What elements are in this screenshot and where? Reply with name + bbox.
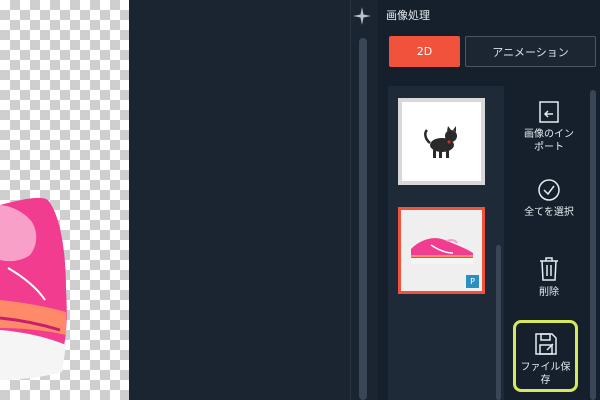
panel-divider bbox=[350, 0, 351, 400]
panel-title: 画像処理 bbox=[386, 9, 430, 22]
select-all-label: 全てを選択 bbox=[524, 207, 574, 218]
import-label-line1: 画像のイン bbox=[524, 129, 574, 140]
pink-shoe-preview bbox=[0, 197, 67, 380]
delete-button[interactable]: 削除 bbox=[514, 256, 584, 299]
delete-label: 削除 bbox=[539, 287, 559, 298]
thumbnail-shoe[interactable]: P bbox=[398, 207, 485, 294]
import-image-button[interactable]: 画像のイン ポート bbox=[514, 100, 584, 154]
sparkle-icon bbox=[353, 7, 371, 25]
tab-animation[interactable]: アニメーション bbox=[465, 36, 596, 67]
right-scrollbar-thumb[interactable] bbox=[590, 90, 596, 400]
save-icon bbox=[534, 333, 557, 355]
tool-column: 画像のイン ポート 全てを選択 削除 ファイル保存 bbox=[508, 86, 588, 400]
tab-2d[interactable]: 2D bbox=[389, 36, 460, 67]
canvas-background bbox=[129, 0, 350, 400]
shoe-image bbox=[410, 237, 473, 264]
trash-icon bbox=[540, 257, 558, 281]
file-type-badge: P bbox=[466, 275, 479, 288]
thumbnail-scrollbar-thumb[interactable] bbox=[496, 245, 501, 400]
left-scrollbar-thumb[interactable] bbox=[359, 38, 367, 400]
canvas-transparent-area bbox=[0, 0, 129, 400]
cat-image bbox=[423, 125, 457, 158]
select-all-button[interactable]: 全てを選択 bbox=[514, 178, 584, 219]
save-label: ファイル保存 bbox=[520, 362, 571, 386]
save-file-button[interactable]: ファイル保存 bbox=[513, 320, 578, 392]
import-label-line2: ポート bbox=[534, 142, 564, 153]
import-icon bbox=[539, 101, 559, 123]
thumbnail-cat[interactable] bbox=[398, 98, 485, 185]
check-circle-icon bbox=[538, 179, 560, 201]
